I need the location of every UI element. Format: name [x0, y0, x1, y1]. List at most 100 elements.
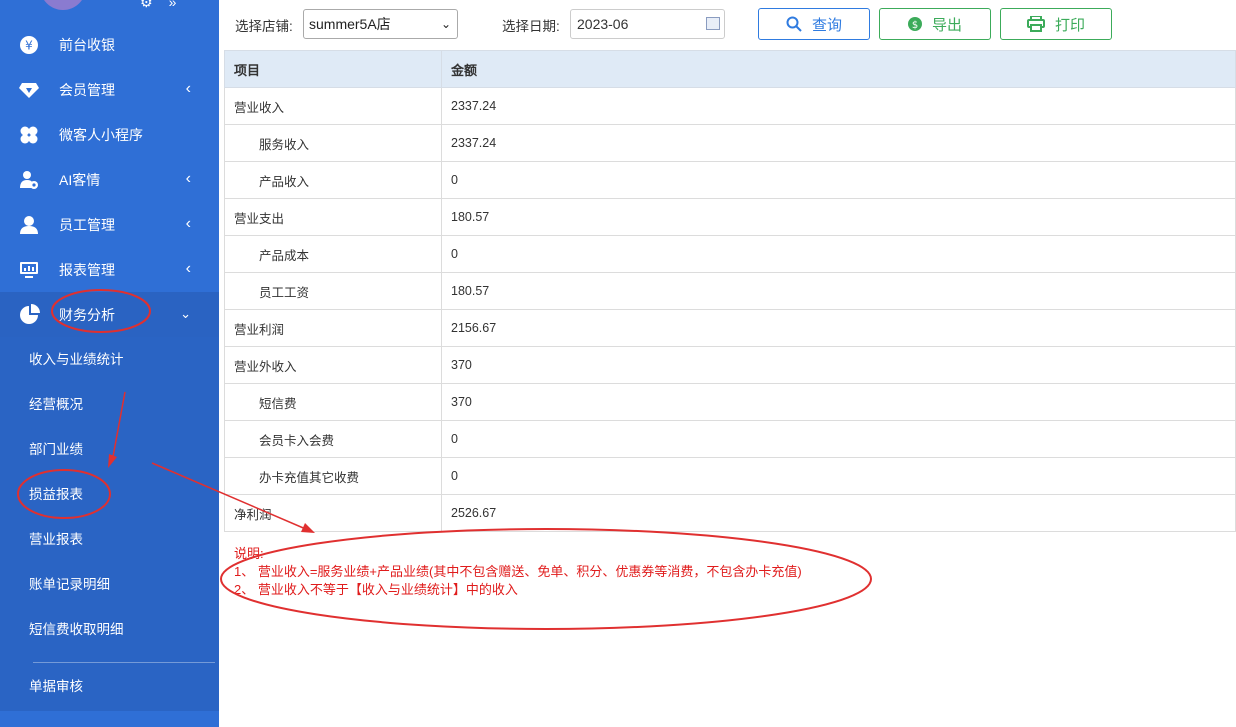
submenu-item-department[interactable]: 部门业绩	[0, 427, 219, 472]
toolbar: 选择店铺: summer5A店 ⌄ 选择日期: 2023-06 查询 $ 导出	[224, 0, 1236, 50]
cell-amount: 2526.67	[441, 494, 1236, 532]
table-row: 营业支出 180.57	[224, 198, 1236, 236]
main-content: 选择店铺: summer5A店 ⌄ 选择日期: 2023-06 查询 $ 导出	[224, 0, 1236, 727]
settings-icon[interactable]: ⚙	[140, 0, 169, 10]
table-row: 营业收入 2337.24	[224, 87, 1236, 125]
sidebar-item-label: 微客人小程序	[59, 126, 143, 143]
submenu-item-profit-loss[interactable]: 损益报表	[0, 472, 219, 517]
cell-amount: 370	[441, 383, 1236, 421]
monitor-icon	[18, 259, 40, 281]
sidebar-item-finance[interactable]: 财务分析 ⌄	[0, 292, 219, 337]
printer-icon	[1026, 16, 1045, 32]
table-header-row: 项目 金额	[224, 50, 1236, 88]
table-row: 短信费 370	[224, 383, 1236, 421]
query-button[interactable]: 查询	[758, 8, 870, 40]
cell-item: 净利润	[224, 494, 442, 532]
chevron-left-icon: ‹	[185, 80, 191, 97]
store-label: 选择店铺:	[235, 19, 293, 34]
chevron-down-icon: ⌄	[180, 306, 191, 321]
sidebar-item-ai[interactable]: AI客情 ‹	[0, 157, 219, 202]
chevron-left-icon: ‹	[185, 170, 191, 187]
cell-amount: 180.57	[441, 198, 1236, 236]
cell-amount: 180.57	[441, 272, 1236, 310]
sidebar-item-cashier[interactable]: ¥ 前台收银	[0, 22, 219, 67]
calendar-icon[interactable]	[706, 17, 720, 30]
sidebar-item-label: 报表管理	[59, 261, 115, 278]
notes-line-2: 2、 营业收入不等于【收入与业绩统计】中的收入	[234, 582, 518, 597]
notes: 说明: 1、 营业收入=服务业绩+产品业绩(其中不包含赠送、免单、积分、优惠券等…	[234, 545, 802, 599]
finance-submenu: 收入与业绩统计 经营概况 部门业绩 损益报表 营业报表 账单记录明细 短信费收取…	[0, 337, 219, 711]
notes-title: 说明:	[234, 546, 264, 561]
cell-item: 产品成本	[224, 235, 442, 273]
query-button-label: 查询	[811, 16, 842, 34]
cell-amount: 0	[441, 420, 1236, 458]
user-settings-icon	[18, 169, 40, 191]
sidebar-item-staff[interactable]: 员工管理 ‹	[0, 202, 219, 247]
table-row: 办卡充值其它收费 0	[224, 457, 1236, 495]
table-row: 净利润 2526.67	[224, 494, 1236, 532]
chevron-left-icon: ‹	[185, 215, 191, 232]
profit-loss-table: 项目 金额 营业收入 2337.24 服务收入 2337.24 产品收入 0 营业支出 180…	[224, 50, 1236, 532]
chevron-down-icon: ⌄	[440, 17, 451, 31]
submenu-item-document-review[interactable]: 单据审核	[0, 663, 219, 711]
table-row: 员工工资 180.57	[224, 272, 1236, 310]
submenu-item-business-report[interactable]: 营业报表	[0, 517, 219, 562]
logout-icon[interactable]: »	[169, 0, 193, 10]
svg-text:$: $	[912, 20, 918, 31]
sidebar-item-members[interactable]: 会员管理 ‹	[0, 67, 219, 112]
clover-icon	[18, 124, 40, 146]
yen-icon: ¥	[18, 34, 40, 56]
print-button[interactable]: 打印	[1000, 8, 1112, 40]
submenu-item-overview[interactable]: 经营概况	[0, 382, 219, 427]
cell-amount: 2337.24	[441, 124, 1236, 162]
cell-item: 营业收入	[224, 87, 442, 125]
column-header-item: 项目	[224, 50, 442, 88]
sidebar-item-label: 会员管理	[59, 81, 115, 98]
diamond-icon	[18, 79, 40, 101]
cell-item: 产品收入	[224, 161, 442, 199]
table-row: 营业外收入 370	[224, 346, 1236, 384]
table-row: 服务收入 2337.24	[224, 124, 1236, 162]
cell-item: 服务收入	[224, 124, 442, 162]
table-body: 营业收入 2337.24 服务收入 2337.24 产品收入 0 营业支出 180.57 产品成…	[224, 87, 1236, 532]
cell-item: 短信费	[224, 383, 442, 421]
notes-line-1: 1、 营业收入=服务业绩+产品业绩(其中不包含赠送、免单、积分、优惠券等消费，不…	[234, 564, 802, 579]
sidebar-item-label: 前台收银	[59, 36, 115, 53]
date-input[interactable]: 2023-06	[570, 9, 725, 39]
sidebar-item-miniprogram[interactable]: 微客人小程序	[0, 112, 219, 157]
cell-item: 办卡充值其它收费	[224, 457, 442, 495]
date-label: 选择日期:	[502, 19, 560, 34]
store-select[interactable]: summer5A店 ⌄	[303, 9, 458, 39]
sidebar-item-reports[interactable]: 报表管理 ‹	[0, 247, 219, 292]
chevron-left-icon: ‹	[185, 260, 191, 277]
sidebar-menu: ¥ 前台收银 会员管理 ‹ 微客人小程序 AI客情 ‹ 员工管理 ‹ 报表管理 …	[0, 22, 219, 711]
cell-amount: 2156.67	[441, 309, 1236, 347]
sidebar-item-label: 员工管理	[59, 216, 115, 233]
submenu-item-income-stats[interactable]: 收入与业绩统计	[0, 337, 219, 382]
column-header-amount: 金额	[441, 50, 1236, 88]
table-row: 产品成本 0	[224, 235, 1236, 273]
avatar[interactable]: T5A店	[40, 0, 86, 10]
pie-chart-icon	[18, 303, 40, 326]
cell-amount: 0	[441, 457, 1236, 495]
store-select-value: summer5A店	[309, 16, 391, 32]
dollar-icon: $	[907, 17, 922, 31]
search-icon	[786, 16, 802, 32]
cell-amount: 2337.24	[441, 87, 1236, 125]
table-row: 营业利润 2156.67	[224, 309, 1236, 347]
cell-item: 营业外收入	[224, 346, 442, 384]
sidebar: T5A店 ⚙» ¥ 前台收银 会员管理 ‹ 微客人小程序 A	[0, 0, 219, 727]
submenu-item-bill-details[interactable]: 账单记录明细	[0, 562, 219, 607]
export-button[interactable]: $ 导出	[879, 8, 991, 40]
cell-item: 员工工资	[224, 272, 442, 310]
svg-text:¥: ¥	[25, 38, 33, 52]
export-button-label: 导出	[931, 16, 962, 34]
submenu-item-sms-fees[interactable]: 短信费收取明细	[0, 607, 219, 652]
cell-amount: 0	[441, 161, 1236, 199]
table-row: 会员卡入会费 0	[224, 420, 1236, 458]
person-icon	[18, 214, 40, 236]
sidebar-item-label: AI客情	[59, 171, 101, 188]
cell-item: 会员卡入会费	[224, 420, 442, 458]
date-input-value: 2023-06	[577, 16, 629, 32]
cell-item: 营业利润	[224, 309, 442, 347]
